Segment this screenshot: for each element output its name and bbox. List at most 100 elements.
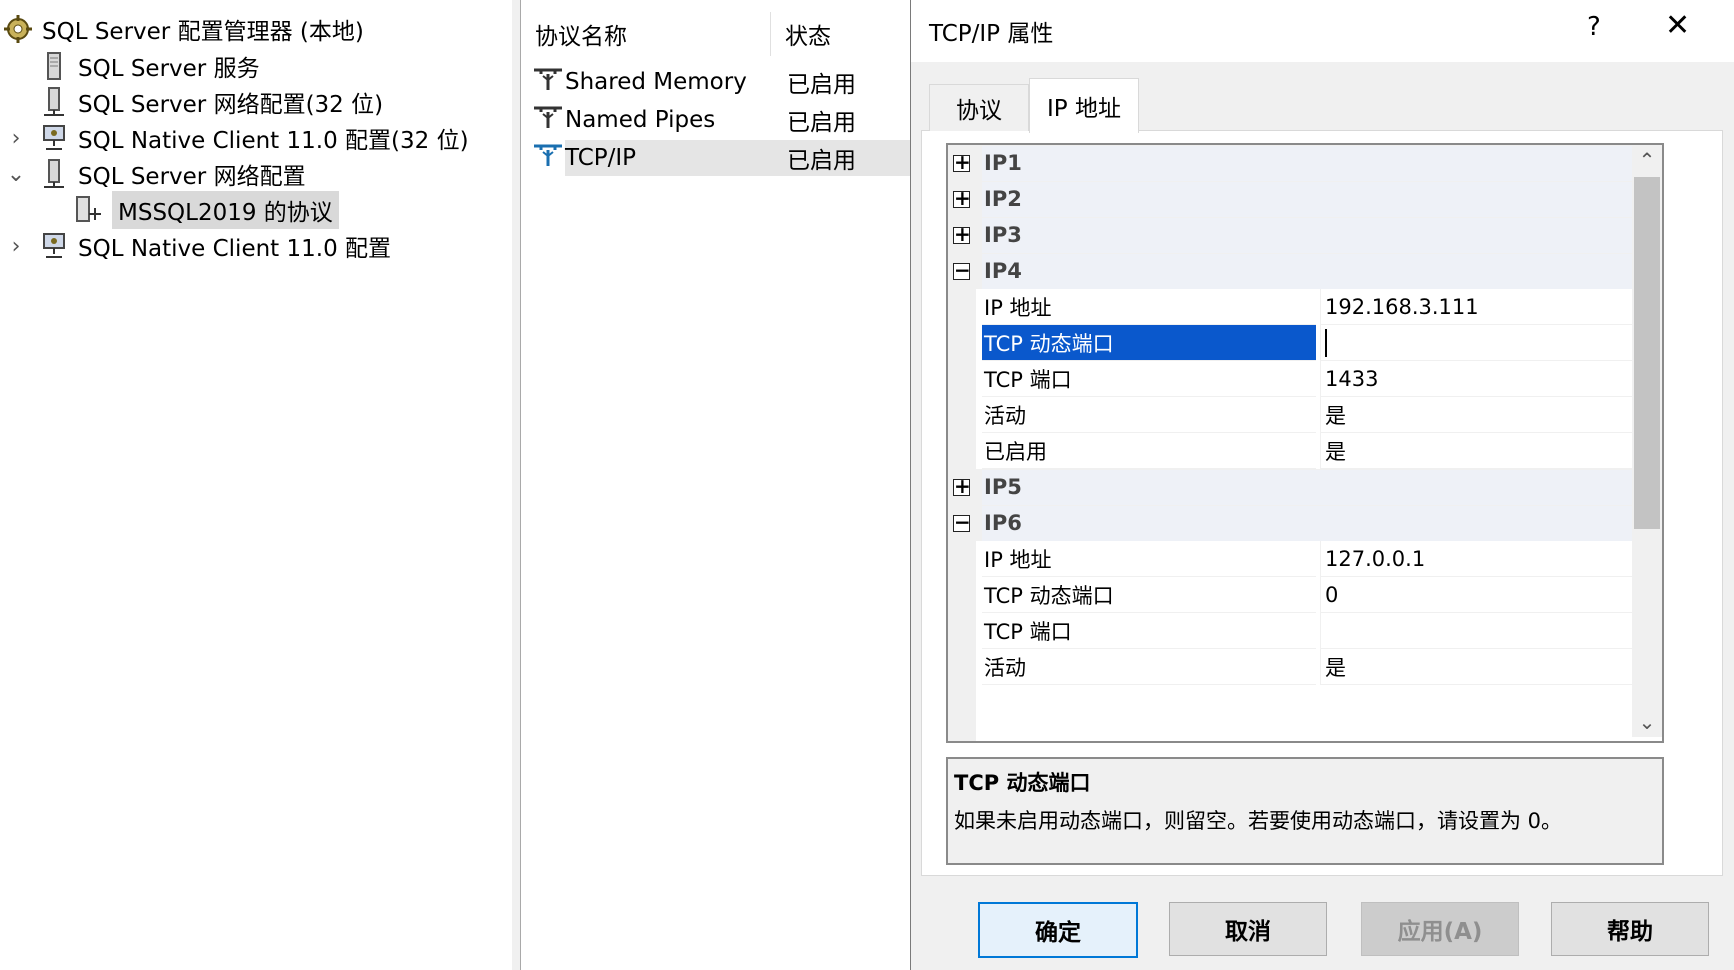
expander-glyph: + [954,150,971,174]
grid-category-row[interactable]: + IP1 [948,145,1662,181]
tree-item-network-config[interactable]: ⌄ SQL Server 网络配置 [7,155,306,193]
property-value[interactable]: 1433 [1320,361,1632,397]
column-separator[interactable] [770,12,771,56]
tree-item-label: SQL Server 网络配置(32 位) [78,92,384,118]
property-value-text: 是 [1325,403,1346,428]
vertical-scrollbar[interactable]: ⌃ ⌄ [1632,145,1662,737]
property-value[interactable]: 是 [1320,433,1632,469]
property-name: IP 地址 [982,541,1316,577]
network-config-icon [38,86,70,118]
collapse-minus-icon[interactable]: − [953,258,971,282]
grid-category-row[interactable]: + IP3 [948,217,1662,253]
expand-plus-icon[interactable]: + [953,186,971,210]
protocol-name: Shared Memory [565,69,747,95]
tree-item-mssql2019-protocols[interactable]: MSSQL2019 的协议 [72,191,339,229]
property-value[interactable]: 127.0.0.1 [1320,541,1632,577]
expander-glyph: + [954,474,971,498]
grid-property-row[interactable]: 已启用是 [948,433,1662,469]
grid-property-row[interactable]: 活动是 [948,649,1662,685]
tree-item-native-client[interactable]: › SQL Native Client 11.0 配置 [12,227,392,265]
scroll-up-icon[interactable]: ⌃ [1632,145,1662,175]
property-value[interactable] [1320,613,1632,649]
text-caret [1325,328,1327,357]
tree-item-native-client-32[interactable]: › SQL Native Client 11.0 配置(32 位) [12,119,469,157]
property-name: TCP 动态端口 [982,325,1316,361]
grid-category-row[interactable]: + IP5 [948,469,1662,505]
category-background [982,146,1632,181]
grid-property-row[interactable]: 活动是 [948,397,1662,433]
grid-property-row[interactable]: TCP 动态端口 [948,325,1662,361]
property-name: IP 地址 [982,289,1316,325]
list-item-named-pipes[interactable]: Named Pipes 已启用 [521,100,911,140]
chevron-down-icon[interactable]: ⌄ [6,162,26,187]
help-button[interactable]: 帮助 [1551,902,1709,956]
grid-category-row[interactable]: − IP6 [948,505,1662,541]
tree-item-label: SQL Server 网络配置 [78,164,306,190]
pane-splitter[interactable] [512,0,521,970]
help-question-icon[interactable]: ? [1587,12,1601,42]
tcpip-properties-dialog: TCP/IP 属性 ? ✕ 协议 IP 地址 + IP1 + IP2 + IP3− IP4 I… [910,0,1734,970]
chevron-right-icon[interactable]: › [6,234,26,259]
grid-property-row[interactable]: IP 地址 127.0.0.1 [948,541,1662,577]
tree-item-label: SQL Native Client 11.0 配置(32 位) [78,128,469,154]
list-item-tcp-ip[interactable]: TCP/IP 已启用 [521,138,911,178]
tab-protocol[interactable]: 协议 [929,84,1029,131]
category-background [982,254,1632,289]
tree-item-network-config-32[interactable]: SQL Server 网络配置(32 位) [38,83,383,121]
close-icon[interactable]: ✕ [1665,8,1690,43]
list-item-shared-memory[interactable]: Shared Memory 已启用 [521,62,911,102]
tab-ip-address[interactable]: IP 地址 [1029,78,1139,133]
protocol-name: TCP/IP [565,145,637,171]
property-value-text: 是 [1325,439,1346,464]
grid-property-row[interactable]: TCP 动态端口 0 [948,577,1662,613]
property-value[interactable]: 是 [1320,649,1632,685]
grid-property-row[interactable]: IP 地址 192.168.3.111 [948,289,1662,325]
dialog-title-bar[interactable]: TCP/IP 属性 ? ✕ [911,0,1734,62]
cancel-button[interactable]: 取消 [1169,902,1327,956]
protocol-status: 已启用 [787,72,856,98]
protocol-list-pane: 协议名称 状态 Shared Memory 已启用 Named Pipes 已启… [521,0,912,970]
property-value[interactable]: 192.168.3.111 [1320,289,1632,325]
grid-property-row[interactable]: TCP 端口 [948,613,1662,649]
native-client-icon [38,122,70,154]
protocol-icon [531,64,565,100]
expander-glyph: − [954,258,971,282]
console-tree-pane: SQL Server 配置管理器 (本地) SQL Server 服务 SQL … [0,0,521,970]
tree-item-label: SQL Server 服务 [78,56,260,82]
description-title: TCP 动态端口 [954,771,1091,795]
property-value[interactable]: 是 [1320,397,1632,433]
protocol-status: 已启用 [787,148,856,174]
grid-property-row[interactable]: TCP 端口 1433 [948,361,1662,397]
expand-plus-icon[interactable]: + [953,222,971,246]
grid-category-row[interactable]: − IP4 [948,253,1662,289]
category-name: IP1 [984,151,1022,175]
property-name: 活动 [982,649,1316,685]
apply-button[interactable]: 应用(A) [1361,902,1519,956]
tree-item-services[interactable]: SQL Server 服务 [38,47,260,85]
protocol-icon [531,140,565,176]
property-value-text: 192.168.3.111 [1325,294,1479,319]
tree-item-label: MSSQL2019 的协议 [112,191,339,229]
ok-button[interactable]: 确定 [978,902,1138,958]
category-background [982,218,1632,253]
chevron-right-icon[interactable]: › [6,126,26,151]
property-grid[interactable]: + IP1 + IP2 + IP3− IP4 IP 地址 192.168.3.111 TCP 动态… [946,143,1664,743]
column-header-status[interactable]: 状态 [785,10,831,58]
expander-glyph: + [954,186,971,210]
column-header-protocol-name[interactable]: 协议名称 [535,10,627,58]
scrollbar-thumb[interactable] [1634,177,1660,529]
property-value-text: 是 [1325,655,1346,680]
expand-plus-icon[interactable]: + [953,150,971,174]
protocol-name: Named Pipes [565,107,716,133]
property-name: TCP 端口 [982,613,1316,649]
property-value[interactable]: 0 [1320,577,1632,613]
category-name: IP5 [984,475,1022,499]
tree-item-config-manager[interactable]: SQL Server 配置管理器 (本地) [2,10,364,48]
property-value[interactable] [1320,325,1632,361]
scroll-down-icon[interactable]: ⌄ [1632,707,1662,737]
tree-item-label: SQL Native Client 11.0 配置 [78,236,392,262]
collapse-minus-icon[interactable]: − [953,510,971,534]
config-manager-icon [2,13,34,45]
expand-plus-icon[interactable]: + [953,474,971,498]
grid-category-row[interactable]: + IP2 [948,181,1662,217]
